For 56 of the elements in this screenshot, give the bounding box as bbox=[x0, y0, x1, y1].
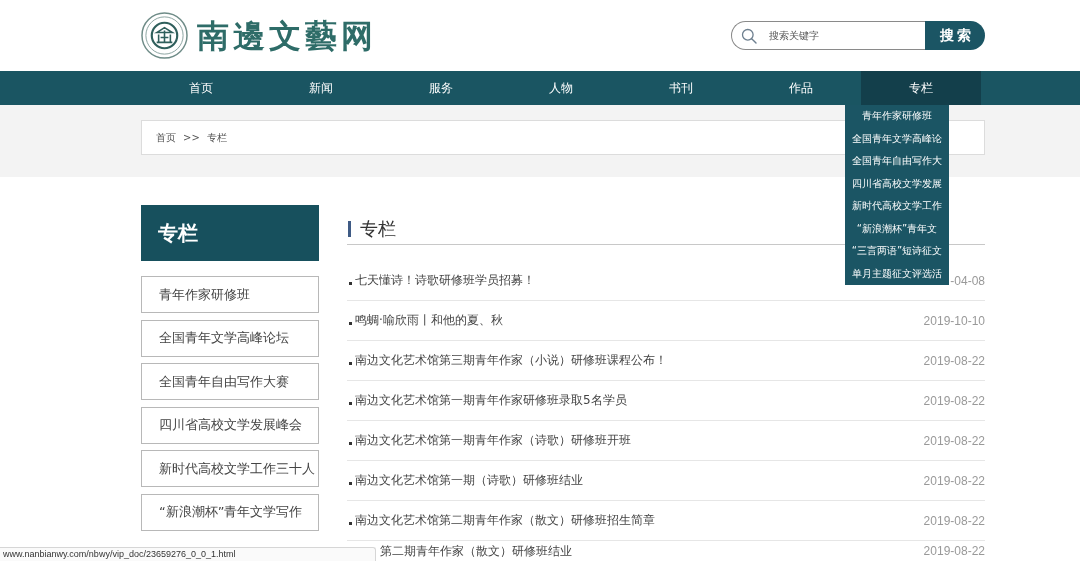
article-link[interactable]: 第二期青年作家（散文）研修班结业 bbox=[380, 542, 572, 560]
nav-tab[interactable]: 作品 bbox=[741, 71, 861, 105]
article-date: 2019-08-22 bbox=[923, 353, 985, 368]
article-date: 2019-08-22 bbox=[923, 473, 985, 488]
nav-tab[interactable]: 书刊 bbox=[621, 71, 741, 105]
menu-item[interactable]: “新浪潮杯”青年文 bbox=[845, 217, 949, 240]
nav-tab[interactable]: 服务 bbox=[381, 71, 501, 105]
sidebar-item[interactable]: “新浪潮杯”青年文学写作 bbox=[141, 493, 319, 531]
article-link[interactable]: 鸣蜩·喻欣雨丨和他的夏、秋 bbox=[355, 312, 503, 329]
nav-tab[interactable]: 人物 bbox=[501, 71, 621, 105]
sidebar-item[interactable]: 四川省高校文学发展峰会 bbox=[141, 406, 319, 444]
article-link[interactable]: 南边文化艺术馆第二期青年作家（散文）研修班招生简章 bbox=[355, 512, 655, 529]
sidebar-item[interactable]: 全国青年文学高峰论坛 bbox=[141, 319, 319, 357]
bullet-icon bbox=[349, 482, 352, 485]
article-date: 2019-08-22 bbox=[923, 433, 985, 448]
title-accent-bar bbox=[348, 220, 351, 237]
article-link[interactable]: 南边文化艺术馆第三期青年作家（小说）研修班课程公布！ bbox=[355, 352, 667, 369]
sidebar-item[interactable]: 全国青年自由写作大赛 bbox=[141, 363, 319, 400]
nav-tab[interactable]: 首页 bbox=[141, 71, 261, 105]
section-title: 专栏 bbox=[360, 216, 396, 241]
bullet-icon bbox=[349, 402, 352, 405]
nav-tab[interactable]: 专栏 bbox=[861, 71, 981, 105]
sidebar-item[interactable]: 青年作家研修班 bbox=[141, 276, 319, 313]
article-date: 2019-08-22 bbox=[923, 393, 985, 408]
nav-tab[interactable]: 新闻 bbox=[261, 71, 381, 105]
sidebar-item[interactable]: 新时代高校文学工作三十人 bbox=[141, 450, 319, 487]
article-date: 2019-08-22 bbox=[923, 513, 985, 528]
menu-item[interactable]: 单月主题征文评选活 bbox=[845, 262, 949, 285]
bullet-icon bbox=[349, 282, 352, 285]
menu-item[interactable]: 全国青年自由写作大 bbox=[845, 150, 949, 173]
article-date: -04-08 bbox=[950, 273, 985, 288]
bullet-icon bbox=[349, 522, 352, 525]
breadcrumb-link[interactable]: 首页 bbox=[156, 130, 176, 145]
menu-item[interactable]: 四川省高校文学发展 bbox=[845, 172, 949, 195]
menu-item[interactable]: 青年作家研修班 bbox=[845, 105, 949, 128]
breadcrumb-separator: >> bbox=[183, 132, 200, 143]
article-link[interactable]: 南边文化艺术馆第一期青年作家研修班录取5名学员 bbox=[355, 392, 627, 409]
sidebar-title: 专栏 bbox=[141, 205, 319, 261]
menu-item[interactable]: “三言两语”短诗征文 bbox=[845, 240, 949, 263]
site-logo-text[interactable]: 南邊文藝网 bbox=[197, 19, 377, 52]
article-date: 2019-08-22 bbox=[923, 544, 985, 558]
article-date: 2019-10-10 bbox=[923, 313, 985, 328]
search-field[interactable]: 搜索关键字 bbox=[731, 21, 925, 50]
status-bar: www.nanbianwy.com/nbwy/vip_doc/23659276_0_0_1.html bbox=[0, 547, 376, 561]
article-link[interactable]: 七天懂诗！诗歌研修班学员招募！ bbox=[355, 272, 535, 289]
article-link[interactable]: 南边文化艺术馆第一期（诗歌）研修班结业 bbox=[355, 472, 583, 489]
article-link[interactable]: 南边文化艺术馆第一期青年作家（诗歌）研修班开班 bbox=[355, 432, 631, 449]
menu-item[interactable]: 全国青年文学高峰论 bbox=[845, 127, 949, 150]
bullet-icon bbox=[349, 322, 352, 325]
bullet-icon bbox=[349, 442, 352, 445]
emblem-logo-icon bbox=[141, 12, 188, 59]
bullet-icon bbox=[349, 362, 352, 365]
menu-item[interactable]: 新时代高校文学工作 bbox=[845, 195, 949, 218]
search-button[interactable]: 搜索 bbox=[925, 21, 985, 50]
breadcrumb-link[interactable]: 专栏 bbox=[206, 130, 227, 145]
search-icon bbox=[741, 27, 757, 44]
